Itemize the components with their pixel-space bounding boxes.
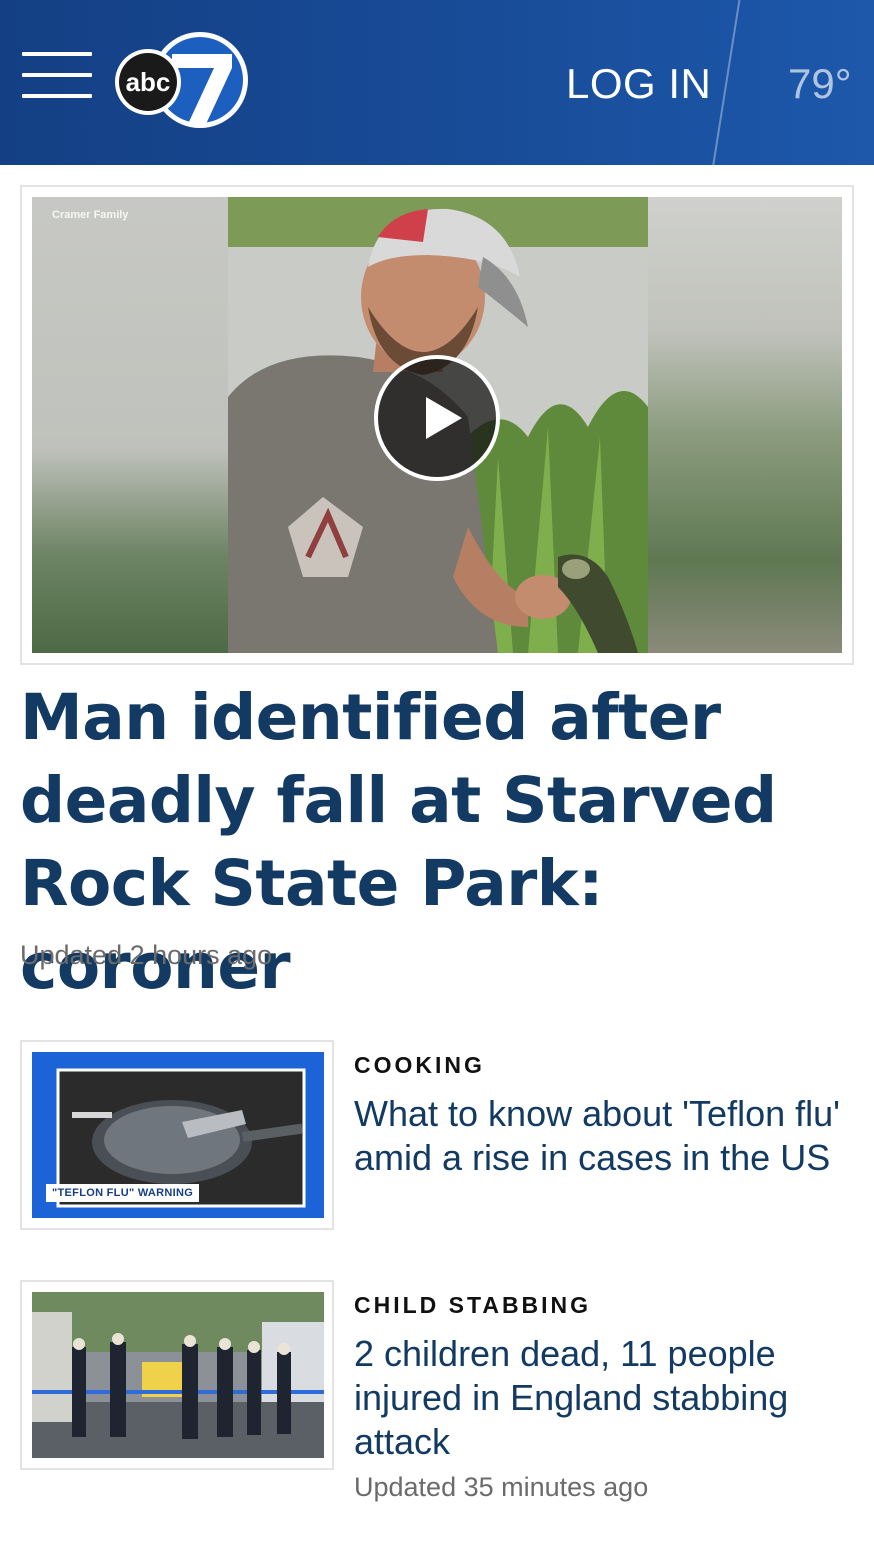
- story-thumbnail-frame[interactable]: [20, 1280, 334, 1470]
- story-card-stabbing[interactable]: CHILD STABBING 2 children dead, 11 peopl…: [20, 1280, 854, 1502]
- play-button[interactable]: [374, 355, 500, 481]
- hero-video[interactable]: Cramer Family: [32, 197, 842, 653]
- header-divider: [710, 0, 742, 165]
- logo-abc-text: abc: [126, 67, 171, 97]
- menu-icon[interactable]: [22, 52, 92, 100]
- hero-timestamp: Updated 2 hours ago: [20, 940, 273, 970]
- story-thumbnail: [32, 1292, 324, 1458]
- story-thumbnail-frame[interactable]: "TEFLON FLU" WARNING: [20, 1040, 334, 1230]
- story-category[interactable]: COOKING: [354, 1052, 485, 1079]
- story-timestamp: Updated 35 minutes ago: [354, 1472, 649, 1502]
- hero-blur-background: [646, 197, 842, 653]
- weather-temperature[interactable]: 79°: [788, 58, 852, 110]
- story-card-teflon[interactable]: "TEFLON FLU" WARNING COOKING What to kno…: [20, 1040, 854, 1230]
- hero-video-frame[interactable]: Cramer Family: [20, 185, 854, 665]
- story-headline[interactable]: 2 children dead, 11 people injured in En…: [354, 1332, 844, 1464]
- photo-credit: Cramer Family: [52, 209, 129, 221]
- story-headline[interactable]: What to know about 'Teflon flu' amid a r…: [354, 1092, 844, 1180]
- site-header: abc LOG IN 79°: [0, 0, 874, 165]
- story-category[interactable]: CHILD STABBING: [354, 1292, 591, 1319]
- login-button[interactable]: LOG IN: [566, 58, 711, 110]
- story-thumbnail: "TEFLON FLU" WARNING: [32, 1052, 324, 1218]
- play-icon: [426, 397, 462, 439]
- thumbnail-caption: "TEFLON FLU" WARNING: [46, 1184, 200, 1202]
- abc7-logo[interactable]: abc: [114, 32, 254, 132]
